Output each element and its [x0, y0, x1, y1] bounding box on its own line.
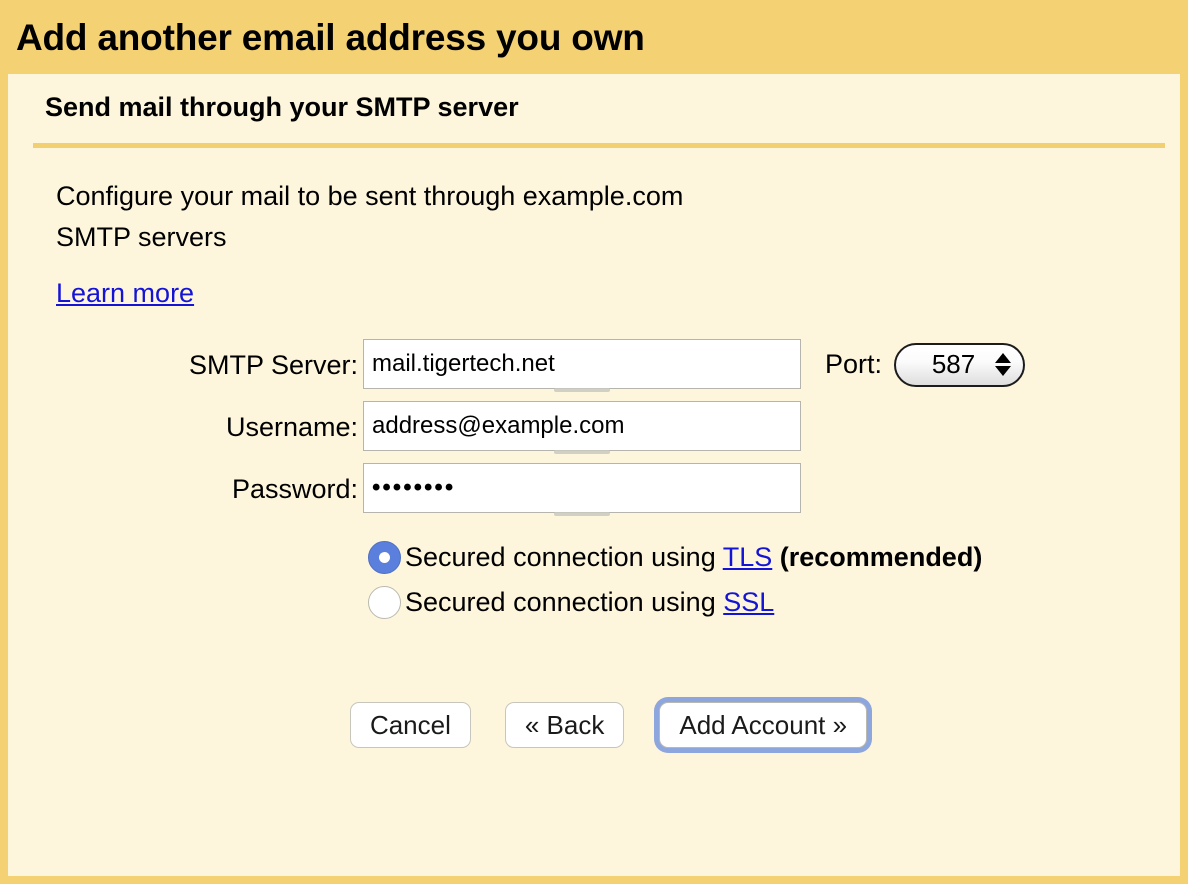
back-button[interactable]: « Back	[504, 701, 625, 748]
dialog-button-row: Cancel « Back Add Account »	[8, 696, 1180, 753]
port-value[interactable]: 587	[904, 349, 995, 380]
password-input[interactable]	[363, 462, 801, 513]
cancel-button[interactable]: Cancel	[349, 701, 471, 748]
username-label: Username:	[225, 411, 358, 442]
panel-subtitle: Send mail through your SMTP server	[45, 92, 519, 122]
stepper-up-arrow-icon[interactable]	[995, 353, 1012, 364]
security-option-tls-label: Secured connection using TLS (recommende…	[405, 542, 982, 573]
page-title: Add another email address you own	[16, 16, 645, 58]
add-account-focus-ring: Add Account »	[654, 696, 873, 753]
smtp-settings-form: SMTP Server: Port: 587	[8, 338, 1180, 515]
port-stepper[interactable]: 587	[894, 342, 1026, 387]
tls-link[interactable]: TLS	[723, 542, 773, 572]
security-option-tls[interactable]: Secured connection using TLS (recommende…	[368, 536, 1180, 580]
security-option-ssl-label: Secured connection using SSL	[405, 587, 774, 618]
dialog-panel: Send mail through your SMTP server Confi…	[8, 74, 1180, 876]
password-label: Password:	[231, 473, 358, 504]
smtp-server-input[interactable]	[363, 338, 801, 389]
learn-more-container: Learn more	[8, 258, 1180, 309]
dialog-title-bar: Add another email address you own	[0, 0, 1188, 74]
ssl-link[interactable]: SSL	[723, 587, 774, 617]
username-input[interactable]	[363, 400, 801, 451]
add-account-button[interactable]: Add Account »	[659, 701, 868, 748]
smtp-server-row: SMTP Server: Port: 587	[8, 338, 1180, 391]
radio-tls-icon[interactable]	[368, 541, 401, 575]
username-input-wrapper	[363, 400, 801, 453]
add-email-address-dialog: Add another email address you own Send m…	[0, 0, 1188, 884]
intro-line-1: Configure your mail to be sent through e…	[56, 180, 684, 211]
tls-recommended-note: (recommended)	[772, 542, 983, 573]
smtp-server-input-wrapper	[363, 338, 801, 391]
ssl-prefix-text: Secured connection using	[405, 587, 724, 618]
intro-text-block: Configure your mail to be sent through e…	[8, 148, 1180, 258]
security-options-group: Secured connection using TLS (recommende…	[8, 536, 1180, 625]
password-row: Password:	[8, 462, 1180, 515]
port-area: Port: 587	[825, 339, 1026, 391]
smtp-server-label: SMTP Server:	[188, 349, 358, 380]
password-input-wrapper	[363, 462, 801, 515]
stepper-down-arrow-icon[interactable]	[995, 366, 1012, 377]
security-option-ssl[interactable]: Secured connection using SSL	[368, 581, 1180, 625]
port-label: Port:	[825, 349, 883, 380]
username-row: Username:	[8, 400, 1180, 453]
radio-ssl-icon[interactable]	[368, 586, 401, 620]
intro-line-2: SMTP servers	[56, 221, 227, 252]
tls-prefix-text: Secured connection using	[405, 542, 723, 573]
learn-more-link[interactable]: Learn more	[56, 278, 194, 308]
port-stepper-arrows[interactable]	[995, 353, 1012, 377]
